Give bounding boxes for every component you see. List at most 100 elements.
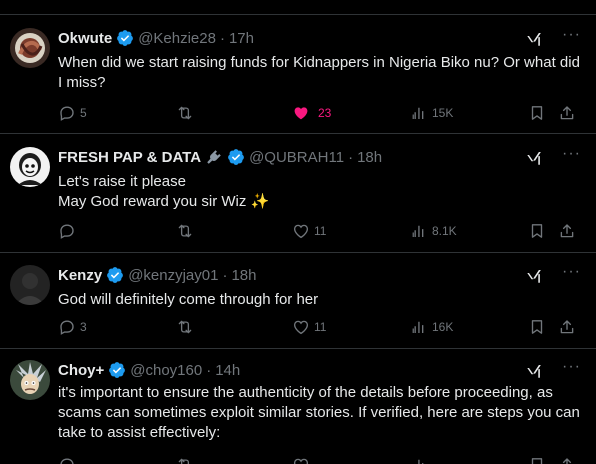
views-button[interactable]: 16K bbox=[410, 317, 453, 337]
share-icon bbox=[558, 104, 576, 122]
more-icon[interactable]: ··· bbox=[562, 146, 580, 166]
heart-icon bbox=[292, 318, 310, 336]
share-icon bbox=[558, 222, 576, 240]
views-count: 15K bbox=[432, 106, 454, 120]
plug-icon bbox=[205, 148, 223, 166]
heart-icon bbox=[292, 104, 310, 122]
retweet-button[interactable] bbox=[176, 317, 194, 337]
heart-icon bbox=[292, 222, 310, 240]
reply-count: 5 bbox=[80, 106, 87, 120]
user-handle[interactable]: @choy160 bbox=[130, 362, 202, 379]
bookmark-button[interactable] bbox=[528, 103, 546, 123]
more-icon[interactable]: ··· bbox=[562, 264, 580, 284]
user-handle[interactable]: @Kehzie28 bbox=[138, 30, 216, 47]
tweet-text: When did we start raising funds for Kidn… bbox=[58, 54, 580, 91]
previous-tweet-edge bbox=[0, 0, 596, 15]
tweet-header: Okwute @Kehzie28 · 17h bbox=[58, 27, 582, 49]
avatar[interactable] bbox=[10, 28, 50, 68]
reply-button[interactable] bbox=[58, 221, 76, 241]
bookmark-icon bbox=[528, 318, 546, 336]
timestamp[interactable]: 18h bbox=[357, 149, 382, 166]
views-button[interactable] bbox=[410, 455, 428, 464]
like-button[interactable] bbox=[292, 455, 310, 464]
reply-icon bbox=[58, 104, 76, 122]
retweet-icon bbox=[176, 104, 194, 122]
tweet-choy[interactable]: Choy+ @choy160 · 14h ··· it's important … bbox=[0, 349, 596, 464]
separator-dot: · bbox=[219, 29, 225, 47]
retweet-button[interactable] bbox=[176, 103, 194, 123]
tweet-body: FRESH PAP & DATA @QUBRAH11 · 18h ··· Let… bbox=[58, 146, 582, 212]
share-icon bbox=[558, 456, 576, 464]
bookmark-icon bbox=[528, 222, 546, 240]
views-count: 16K bbox=[432, 320, 454, 334]
bookmark-icon bbox=[528, 104, 546, 122]
tweet-kenzy[interactable]: Kenzy @kenzyjay01 · 18h ··· God will def… bbox=[0, 253, 596, 349]
timestamp[interactable]: 14h bbox=[215, 362, 240, 379]
tweet-actions bbox=[58, 455, 582, 464]
retweet-button[interactable] bbox=[176, 455, 194, 464]
display-name[interactable]: Okwute bbox=[58, 30, 112, 47]
views-count: 8.1K bbox=[432, 224, 457, 238]
bookmark-button[interactable] bbox=[528, 455, 546, 464]
like-count: 11 bbox=[314, 224, 327, 238]
display-name[interactable]: Kenzy bbox=[58, 267, 102, 284]
views-icon bbox=[410, 222, 428, 240]
tweet-header: Kenzy @kenzyjay01 · 18h bbox=[58, 264, 582, 286]
views-icon bbox=[410, 104, 428, 122]
grok-icon[interactable] bbox=[526, 361, 544, 381]
like-button[interactable]: 11 bbox=[292, 221, 326, 241]
separator-dot: · bbox=[222, 266, 228, 284]
grok-icon[interactable] bbox=[526, 148, 544, 168]
avatar[interactable] bbox=[10, 265, 50, 305]
retweet-button[interactable] bbox=[176, 221, 194, 241]
share-button[interactable] bbox=[558, 317, 576, 337]
verified-icon bbox=[227, 148, 245, 166]
like-count: 11 bbox=[314, 320, 327, 334]
reply-icon bbox=[58, 222, 76, 240]
like-button[interactable]: 11 bbox=[292, 317, 326, 337]
reply-button[interactable]: 3 bbox=[58, 317, 87, 337]
tweet-text: it's important to ensure the authenticit… bbox=[58, 384, 580, 441]
user-handle[interactable]: @QUBRAH11 bbox=[249, 149, 344, 166]
display-name[interactable]: FRESH PAP & DATA bbox=[58, 149, 201, 166]
avatar[interactable] bbox=[10, 360, 50, 400]
tweet-fresh-pap[interactable]: FRESH PAP & DATA @QUBRAH11 · 18h ··· Let… bbox=[0, 134, 596, 253]
reply-button[interactable] bbox=[58, 455, 76, 464]
tweet-body: Choy+ @choy160 · 14h ··· it's important … bbox=[58, 359, 582, 443]
views-button[interactable]: 15K bbox=[410, 103, 453, 123]
user-handle[interactable]: @kenzyjay01 bbox=[128, 267, 218, 284]
tweet-body: Kenzy @kenzyjay01 · 18h ··· God will def… bbox=[58, 264, 582, 310]
avatar[interactable] bbox=[10, 147, 50, 187]
tweet-text: God will definitely come through for her bbox=[58, 291, 319, 308]
verified-icon bbox=[106, 266, 124, 284]
text-line: May God reward you sir Wiz ✨ bbox=[58, 192, 582, 212]
reply-count: 3 bbox=[80, 320, 87, 334]
share-button[interactable] bbox=[558, 103, 576, 123]
text-line-content: May God reward you sir Wiz bbox=[58, 193, 247, 210]
more-icon[interactable]: ··· bbox=[562, 359, 580, 379]
tweet-okwute[interactable]: Okwute @Kehzie28 · 17h ··· When did we s… bbox=[0, 15, 596, 134]
text-line: Let's raise it please bbox=[58, 173, 186, 190]
reply-button[interactable]: 5 bbox=[58, 103, 87, 123]
views-button[interactable]: 8.1K bbox=[410, 221, 457, 241]
tweet-header: Choy+ @choy160 · 14h bbox=[58, 359, 582, 381]
bookmark-button[interactable] bbox=[528, 317, 546, 337]
share-button[interactable] bbox=[558, 455, 576, 464]
share-button[interactable] bbox=[558, 221, 576, 241]
sparkles-emoji: ✨ bbox=[250, 193, 270, 210]
tweet-body: Okwute @Kehzie28 · 17h ··· When did we s… bbox=[58, 27, 582, 93]
bookmark-icon bbox=[528, 456, 546, 464]
timestamp[interactable]: 17h bbox=[229, 30, 254, 47]
reply-feed: Okwute @Kehzie28 · 17h ··· When did we s… bbox=[0, 0, 596, 464]
tweet-actions: 5 23 15K bbox=[58, 103, 582, 123]
grok-icon[interactable] bbox=[526, 29, 544, 49]
grok-icon[interactable] bbox=[526, 266, 544, 286]
tweet-actions: 11 8.1K bbox=[58, 221, 582, 241]
bookmark-button[interactable] bbox=[528, 221, 546, 241]
timestamp[interactable]: 18h bbox=[231, 267, 256, 284]
more-icon[interactable]: ··· bbox=[562, 27, 580, 47]
views-icon bbox=[410, 318, 428, 336]
share-icon bbox=[558, 318, 576, 336]
display-name[interactable]: Choy+ bbox=[58, 362, 104, 379]
like-button[interactable]: 23 bbox=[292, 103, 331, 123]
